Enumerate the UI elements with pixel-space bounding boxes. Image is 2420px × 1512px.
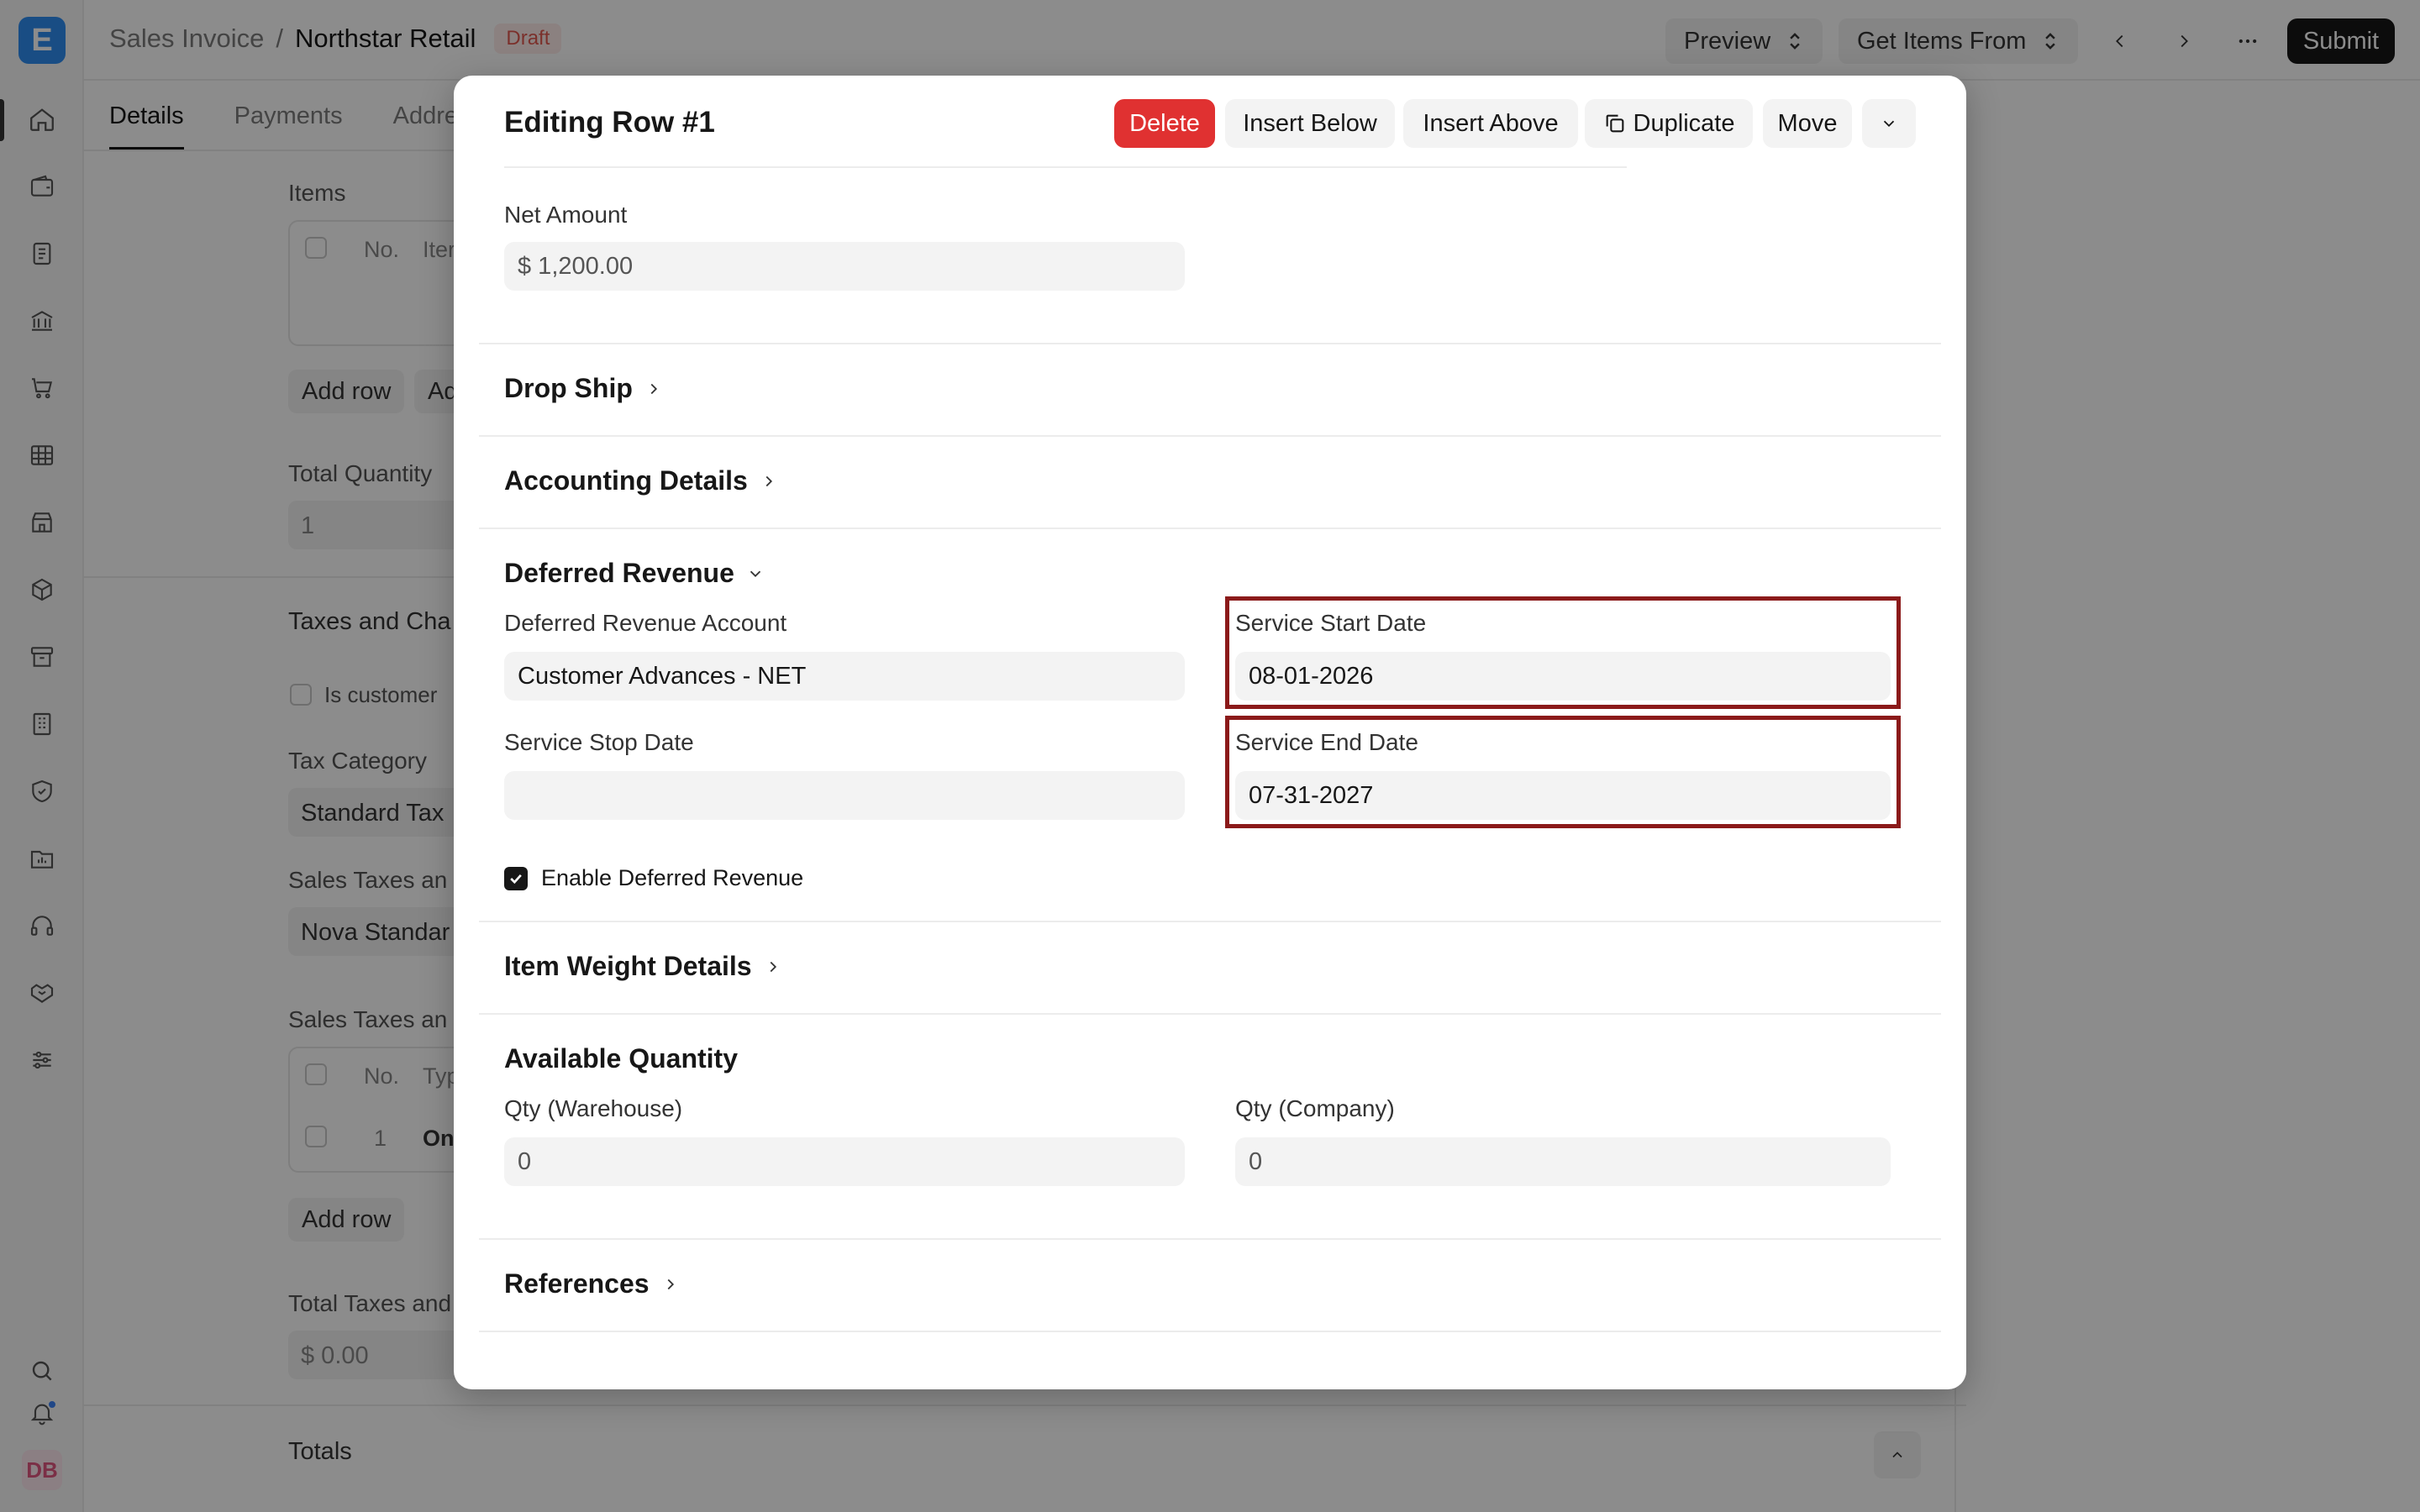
section-divider — [479, 1238, 1941, 1240]
copy-icon — [1603, 112, 1627, 135]
service-end-date-label: Service End Date — [1235, 729, 1418, 755]
section-divider — [479, 435, 1941, 437]
move-button[interactable]: Move — [1763, 99, 1852, 148]
references-title: References — [504, 1268, 650, 1299]
section-divider — [479, 528, 1941, 529]
available-quantity-title: Available Quantity — [504, 1043, 738, 1074]
section-divider — [479, 921, 1941, 922]
service-stop-date-label: Service Stop Date — [504, 729, 694, 755]
duplicate-label: Duplicate — [1633, 109, 1735, 137]
service-end-date-field[interactable]: 07-31-2027 — [1235, 771, 1891, 820]
references-section-toggle[interactable]: References — [504, 1268, 680, 1299]
deferred-revenue-title: Deferred Revenue — [504, 558, 734, 588]
deferred-revenue-account-label: Deferred Revenue Account — [504, 610, 787, 636]
chevron-down-icon — [746, 564, 765, 583]
accounting-details-title: Accounting Details — [504, 465, 748, 496]
chevron-right-icon — [644, 380, 663, 398]
chevron-down-icon — [1880, 114, 1898, 133]
chevron-right-icon — [661, 1275, 680, 1294]
section-divider — [479, 1013, 1941, 1015]
item-weight-details-section-toggle[interactable]: Item Weight Details — [504, 951, 782, 982]
item-weight-details-title: Item Weight Details — [504, 951, 752, 981]
chevron-right-icon — [760, 472, 778, 491]
drop-ship-section-toggle[interactable]: Drop Ship — [504, 373, 663, 404]
qty-warehouse-field: 0 — [504, 1137, 1185, 1186]
chevron-right-icon — [764, 958, 782, 976]
more-options-button[interactable] — [1862, 99, 1916, 148]
net-amount-label: Net Amount — [504, 202, 628, 228]
edit-row-dialog: Editing Row #1 Delete Insert Below Inser… — [454, 76, 1966, 1389]
qty-company-label: Qty (Company) — [1235, 1095, 1395, 1121]
insert-below-button[interactable]: Insert Below — [1225, 99, 1395, 148]
delete-button[interactable]: Delete — [1114, 99, 1215, 148]
checkmark-icon — [508, 870, 524, 887]
enable-deferred-revenue-label[interactable]: Enable Deferred Revenue — [541, 865, 803, 891]
service-start-date-label: Service Start Date — [1235, 610, 1427, 636]
section-divider — [479, 343, 1941, 344]
section-divider — [479, 1331, 1941, 1332]
deferred-revenue-account-field[interactable]: Customer Advances - NET — [504, 652, 1185, 701]
accounting-details-section-toggle[interactable]: Accounting Details — [504, 465, 778, 496]
enable-deferred-revenue-checkbox[interactable] — [504, 867, 528, 890]
dialog-title: Editing Row #1 — [504, 106, 715, 139]
service-stop-date-field[interactable] — [504, 771, 1185, 820]
deferred-revenue-section-toggle[interactable]: Deferred Revenue — [504, 558, 765, 589]
qty-company-field: 0 — [1235, 1137, 1891, 1186]
qty-warehouse-label: Qty (Warehouse) — [504, 1095, 683, 1121]
drop-ship-title: Drop Ship — [504, 373, 633, 403]
available-quantity-section: Available Quantity — [504, 1043, 738, 1074]
header-divider — [504, 166, 1627, 168]
service-start-date-field[interactable]: 08-01-2026 — [1235, 652, 1891, 701]
net-amount-field: $ 1,200.00 — [504, 242, 1185, 291]
duplicate-button[interactable]: Duplicate — [1585, 99, 1753, 148]
insert-above-button[interactable]: Insert Above — [1403, 99, 1578, 148]
